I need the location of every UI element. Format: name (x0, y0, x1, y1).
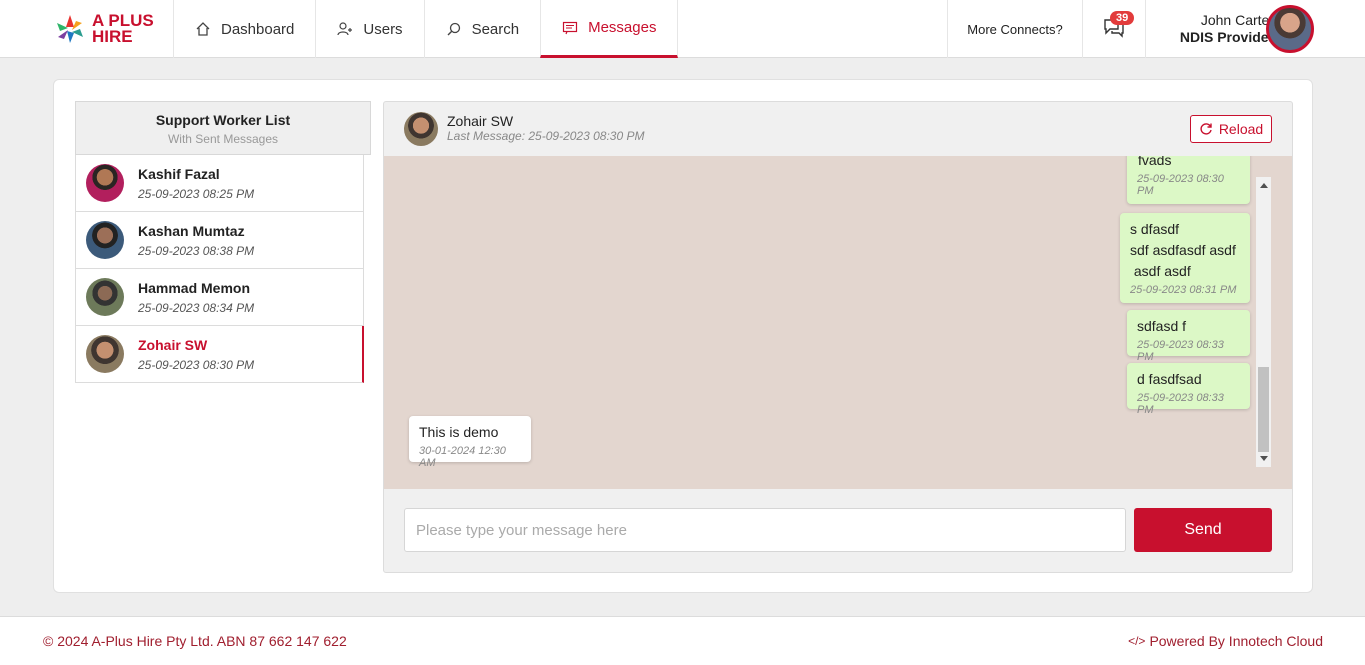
scroll-up-arrow-icon[interactable] (1260, 183, 1268, 188)
nav-messages[interactable]: Messages (540, 0, 679, 58)
message-input[interactable] (404, 508, 1126, 552)
support-worker-list: Support Worker List With Sent Messages K… (75, 101, 371, 383)
contact-item[interactable]: Kashan Mumtaz 25-09-2023 08:38 PM (75, 212, 364, 269)
more-connects-label: More Connects? (967, 21, 1063, 37)
contact-item[interactable]: Kashif Fazal 25-09-2023 08:25 PM (75, 155, 364, 212)
support-worker-list-title: Support Worker List (155, 112, 291, 128)
contact-item-active[interactable]: Zohair SW 25-09-2023 08:30 PM (75, 326, 364, 383)
nav-dashboard-label: Dashboard (221, 20, 295, 38)
logo-text: A PLUS HIRE (92, 12, 154, 46)
contact-time: 25-09-2023 08:30 PM (138, 357, 255, 372)
contact-item[interactable]: Hammad Memon 25-09-2023 08:34 PM (75, 269, 364, 326)
user-avatar[interactable] (1266, 5, 1314, 53)
brand-logo[interactable]: A PLUS HIRE (52, 9, 162, 49)
message-text: d fasdfsad (1137, 371, 1202, 387)
refresh-icon (1199, 122, 1213, 136)
reload-label: Reload (1218, 121, 1264, 137)
message-text: This is demo (419, 424, 499, 440)
home-icon (195, 21, 211, 37)
nav-messages-label: Messages (588, 19, 657, 36)
contact-avatar (86, 221, 124, 259)
nav-search[interactable]: Search (423, 0, 541, 58)
message-time: 30-01-2024 12:30 AM (419, 445, 506, 469)
code-icon: </> (1128, 634, 1146, 648)
message-time: 25-09-2023 08:30 PM (1137, 173, 1224, 197)
user-menu[interactable]: John Carter NDIS Provider (1145, 0, 1365, 58)
user-info: John Carter NDIS Provider (1166, 12, 1274, 46)
message-time: 25-09-2023 08:33 PM (1137, 392, 1224, 416)
notifications-button[interactable]: 39 (1082, 0, 1145, 58)
chat-panel: Zohair SW Last Message: 25-09-2023 08:30… (383, 101, 1293, 573)
contact-time: 25-09-2023 08:34 PM (138, 300, 255, 315)
messages-card: Support Worker List With Sent Messages K… (53, 79, 1313, 593)
footer: © 2024 A-Plus Hire Pty Ltd. ABN 87 662 1… (0, 616, 1365, 665)
top-navbar: A PLUS HIRE Dashboard Users Search Messa… (0, 0, 1365, 58)
user-name: John Carter (1200, 12, 1274, 28)
main-nav: Dashboard Users Search Messages (173, 0, 679, 58)
message-text-line: asdf asdf (1130, 263, 1191, 279)
nav-search-label: Search (471, 20, 520, 38)
contact-name: Kashan Mumtaz (138, 222, 245, 239)
message-text: sdfasd f (1137, 318, 1187, 334)
message-time: 25-09-2023 08:33 PM (1137, 339, 1224, 363)
message-text-line: sdf asdfasdf asdf (1130, 242, 1236, 258)
message-bubble-outgoing: fvads 25-09-2023 08:30 PM (1127, 156, 1250, 204)
support-worker-list-subtitle: With Sent Messages (167, 132, 279, 146)
message-icon (562, 20, 578, 36)
message-text: fvads (1138, 156, 1172, 168)
contact-name: Zohair SW (138, 336, 208, 353)
scroll-down-arrow-icon[interactable] (1260, 456, 1268, 461)
chat-partner-name: Zohair SW (447, 113, 514, 129)
logo-icon (57, 15, 83, 43)
message-bubble-incoming: This is demo 30-01-2024 12:30 AM (409, 416, 531, 469)
reload-button[interactable]: Reload (1190, 115, 1272, 143)
footer-copyright: © 2024 A-Plus Hire Pty Ltd. ABN 87 662 1… (43, 633, 347, 649)
message-text-line: s dfasdf (1130, 221, 1180, 237)
notification-count-badge: 39 (1110, 11, 1135, 25)
contact-name: Hammad Memon (138, 279, 251, 296)
support-worker-list-header: Support Worker List With Sent Messages (75, 101, 371, 155)
message-list: fvads 25-09-2023 08:30 PM s dfasdf sdf a… (384, 156, 1292, 489)
nav-dashboard[interactable]: Dashboard (173, 0, 315, 58)
contact-avatar (86, 335, 124, 373)
contact-time: 25-09-2023 08:25 PM (138, 186, 255, 201)
contact-name: Kashif Fazal (138, 165, 220, 182)
chat-last-message: Last Message: 25-09-2023 08:30 PM (447, 129, 645, 143)
message-scrollbar[interactable] (1256, 177, 1271, 467)
user-role: NDIS Provider (1179, 29, 1274, 45)
contact-avatar (86, 164, 124, 202)
chat-header: Zohair SW Last Message: 25-09-2023 08:30… (384, 102, 1292, 155)
scrollbar-thumb[interactable] (1258, 367, 1269, 452)
more-connects-link[interactable]: More Connects? (947, 0, 1082, 58)
contact-avatar (86, 278, 124, 316)
right-nav: More Connects? 39 John Carter NDIS Provi… (947, 0, 1365, 58)
nav-users-label: Users (363, 20, 403, 38)
message-bubble-outgoing: sdfasd f 25-09-2023 08:33 PM (1127, 310, 1250, 363)
users-icon (337, 21, 353, 37)
message-bubble-outgoing: s dfasdf sdf asdfasdf asdf asdf asdf 25-… (1120, 213, 1250, 303)
footer-powered-by[interactable]: </> Powered By Innotech Cloud (1128, 633, 1323, 649)
message-bubble-outgoing: d fasdfsad 25-09-2023 08:33 PM (1127, 363, 1250, 416)
logo-line-2: HIRE (92, 27, 133, 46)
footer-powered-label: Powered By Innotech Cloud (1149, 633, 1323, 649)
chat-partner-avatar (404, 112, 438, 146)
message-time: 25-09-2023 08:31 PM (1130, 284, 1237, 296)
nav-users[interactable]: Users (315, 0, 423, 58)
send-button[interactable]: Send (1134, 508, 1272, 552)
search-icon (446, 21, 462, 37)
contact-time: 25-09-2023 08:38 PM (138, 243, 255, 258)
